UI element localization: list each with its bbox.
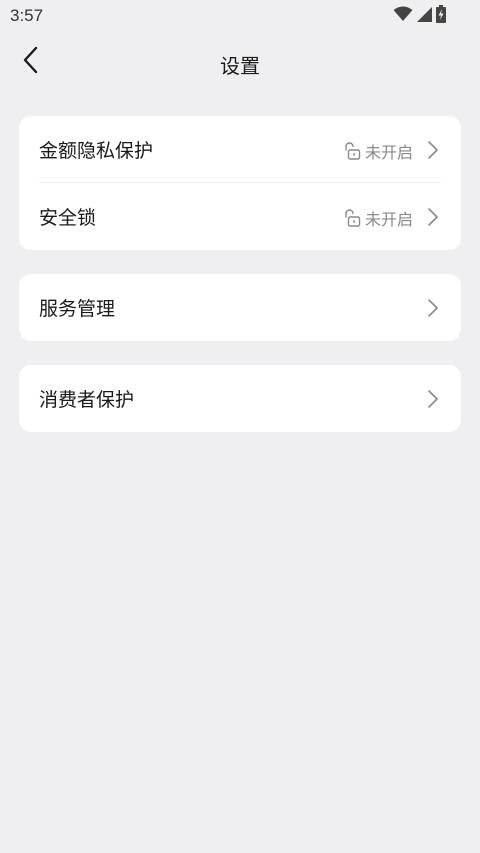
page-title: 设置 xyxy=(220,54,260,78)
consumer-protection-label: 消费者保护 xyxy=(39,389,135,411)
battery-charging-icon xyxy=(436,5,446,27)
security-lock-label: 安全锁 xyxy=(39,207,97,229)
privacy-security-card: 金额隐私保护 未开启 安全锁 未开启 xyxy=(19,116,461,250)
security-lock-status: 未开启 xyxy=(343,206,413,230)
status-bar: 3:57 xyxy=(0,0,480,32)
security-lock-status-text: 未开启 xyxy=(364,210,413,229)
amount-privacy-label: 金额隐私保护 xyxy=(39,140,154,162)
status-icons xyxy=(393,5,446,27)
security-lock-row[interactable]: 安全锁 未开启 xyxy=(19,183,461,250)
nav-bar: 设置 xyxy=(0,32,480,94)
amount-privacy-row[interactable]: 金额隐私保护 未开启 xyxy=(19,116,461,183)
unlock-icon xyxy=(343,142,361,160)
amount-privacy-status: 未开启 xyxy=(343,139,413,163)
consumer-protection-row[interactable]: 消费者保护 xyxy=(19,365,461,432)
consumer-protection-card: 消费者保护 xyxy=(19,365,461,432)
service-management-label: 服务管理 xyxy=(39,298,116,320)
cell-signal-icon xyxy=(416,6,433,27)
status-time: 3:57 xyxy=(10,6,44,25)
service-management-row[interactable]: 服务管理 xyxy=(19,274,461,341)
service-management-card: 服务管理 xyxy=(19,274,461,341)
chevron-right-icon xyxy=(427,207,439,227)
chevron-right-icon xyxy=(427,389,439,409)
wifi-icon xyxy=(393,6,413,26)
amount-privacy-status-text: 未开启 xyxy=(364,143,413,162)
chevron-right-icon xyxy=(427,140,439,160)
unlock-icon xyxy=(343,209,361,227)
chevron-right-icon xyxy=(427,298,439,318)
